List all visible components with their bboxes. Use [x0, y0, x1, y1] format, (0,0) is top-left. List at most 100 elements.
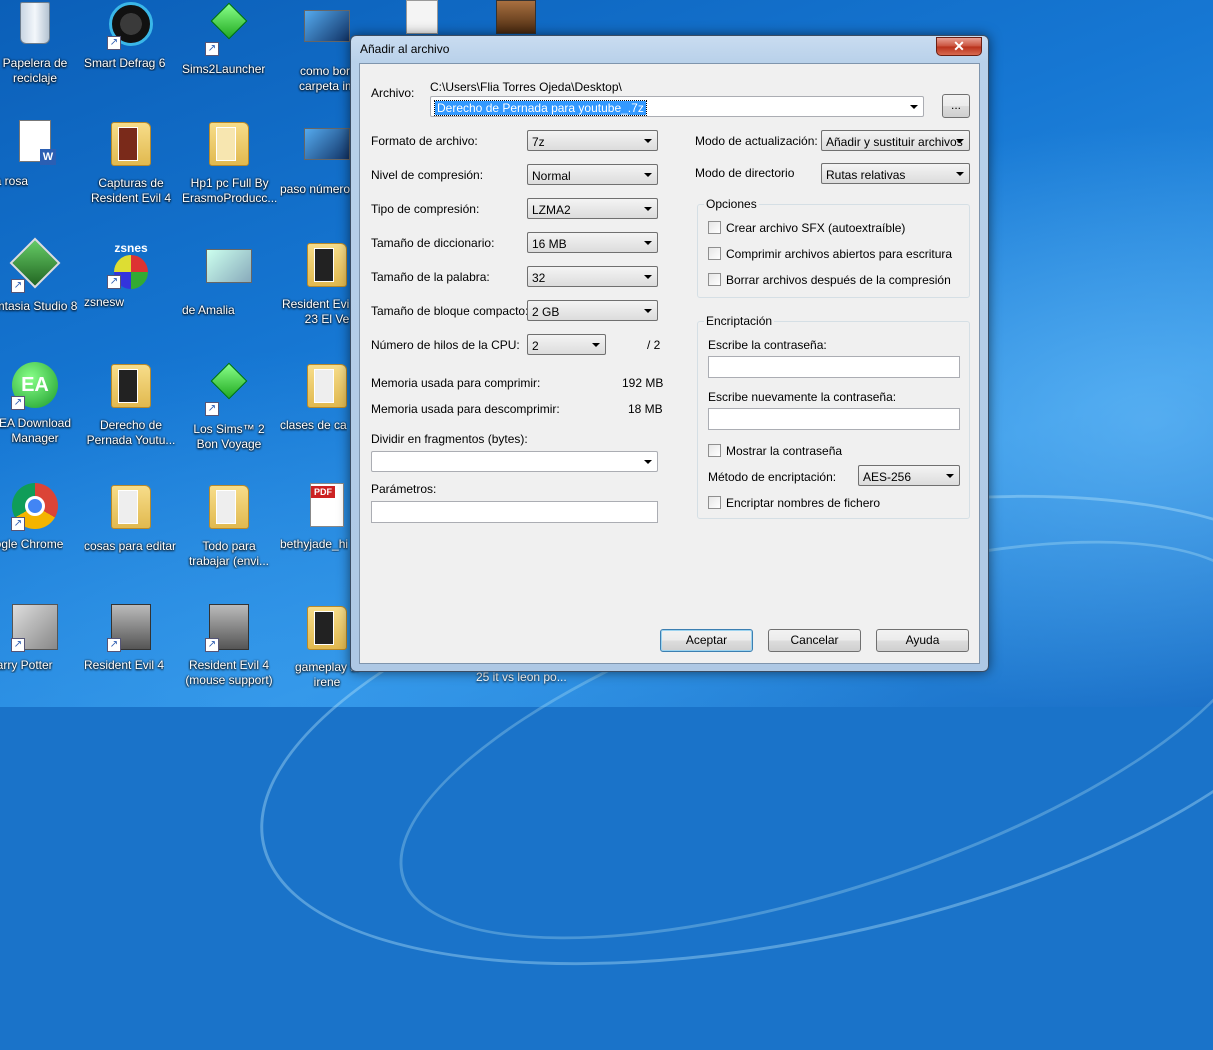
harry-potter-icon: ↗ [11, 604, 59, 652]
icon-label: cosas para editar [84, 539, 177, 553]
cancel-button[interactable]: Cancelar [768, 629, 861, 652]
ok-button[interactable]: Aceptar [660, 629, 753, 652]
chevron-down-icon [644, 309, 652, 313]
archive-path: C:\Users\Flia Torres Ojeda\Desktop\ [430, 80, 622, 94]
chevron-down-icon [644, 207, 652, 211]
dictionary-size-combo[interactable]: 16 MB [527, 232, 658, 253]
desktop-icon-ea-download-manager[interactable]: EA ↗ EA Download Manager [0, 362, 82, 445]
desktop-icon-google-chrome[interactable]: ↗ oogle Chrome [0, 483, 82, 551]
icon-label: Todo para trabajar (envi... [188, 539, 270, 568]
icon-label: amtasia Studio 8 [0, 299, 78, 313]
compression-level-value: Normal [532, 169, 571, 183]
desktop-icon-sims2launcher[interactable]: ↗ Sims2Launcher [182, 2, 276, 76]
icon-label: EA Download Manager [0, 416, 72, 445]
ea-icon: EA ↗ [11, 362, 59, 410]
sims-diamond-icon: ↗ [205, 362, 253, 416]
solid-block-label: Tamaño de bloque compacto: [371, 304, 529, 318]
icon-label: zsnesw [84, 295, 125, 309]
chevron-down-icon [956, 172, 964, 176]
cpu-threads-value: 2 [532, 339, 539, 353]
sfx-checkbox[interactable] [708, 221, 721, 234]
solid-block-combo[interactable]: 2 GB [527, 300, 658, 321]
image-file-icon [205, 249, 253, 297]
icon-label: Smart Defrag 6 [84, 56, 166, 70]
desktop-icon-resident-evil-4[interactable]: ↗ Resident Evil 4 [84, 604, 178, 672]
path-mode-label: Modo de directorio [695, 166, 795, 180]
close-button[interactable]: ✕ [936, 37, 982, 56]
cpu-threads-total: / 2 [647, 338, 661, 352]
memory-compress-label: Memoria usada para comprimir: [371, 376, 541, 390]
archive-name-combo[interactable]: Derecho de Pernada para youtube_.7z [430, 96, 924, 117]
encryption-method-value: AES-256 [863, 470, 912, 484]
password-confirm-label: Escribe nuevamente la contraseña: [708, 390, 897, 404]
format-combo[interactable]: 7z [527, 130, 658, 151]
split-volumes-combo[interactable] [371, 451, 658, 472]
desktop-icon-de-amalia[interactable]: de Amalia [182, 241, 276, 317]
word-size-label: Tamaño de la palabra: [371, 270, 490, 284]
path-mode-combo[interactable]: Rutas relativas [821, 163, 970, 184]
archive-label: Archivo: [371, 86, 415, 100]
chevron-down-icon [956, 139, 964, 143]
desktop-icon-harry-potter[interactable]: ↗ Harry Potter [0, 604, 82, 672]
sfx-label: Crear archivo SFX (autoextraíble) [726, 221, 906, 235]
update-mode-value: Añadir y sustituir archivos [826, 135, 963, 149]
screenshot-file-icon [303, 128, 351, 176]
dialog-client-area: Archivo: C:\Users\Flia Torres Ojeda\Desk… [359, 63, 980, 664]
delete-after-label: Borrar archivos después de la compresión [726, 273, 951, 287]
memory-decompress-label: Memoria usada para descomprimir: [371, 402, 560, 416]
folder-icon [107, 122, 155, 170]
desktop-icon-smart-defrag[interactable]: ↗ Smart Defrag 6 [84, 2, 178, 70]
delete-after-checkbox[interactable] [708, 273, 721, 286]
word-size-value: 32 [532, 271, 546, 285]
chevron-down-icon [644, 460, 652, 464]
chevron-down-icon [644, 173, 652, 177]
icon-label: Papelera de reciclaje [2, 56, 68, 85]
desktop-icon-capturas-re4[interactable]: Capturas de Resident Evil 4 [84, 120, 178, 205]
icon-label: Derecho de Pernada Youtu... [86, 418, 176, 447]
desktop-icon-camtasia[interactable]: ↗ amtasia Studio 8 [0, 237, 82, 313]
desktop-icon-hp1[interactable]: Hp1 pc Full By ErasmoProducc... [182, 120, 277, 205]
desktop-icon-sims2-bon-voyage[interactable]: ↗ Los Sims™ 2 Bon Voyage [182, 362, 276, 451]
browse-button[interactable]: ... [942, 94, 970, 118]
game-shortcut-icon[interactable] [496, 0, 536, 34]
desktop-icon-re4-mouse[interactable]: ↗ Resident Evil 4 (mouse support) [182, 604, 276, 687]
dictionary-size-value: 16 MB [532, 237, 567, 251]
compression-level-label: Nivel de compresión: [371, 168, 484, 182]
icon-label: 25 it vs leon po... [476, 670, 567, 684]
desktop-icon-derecho-pernada[interactable]: Derecho de Pernada Youtu... [84, 362, 178, 447]
icon-label: Los Sims™ 2 Bon Voyage [193, 422, 265, 451]
solid-block-value: 2 GB [532, 305, 560, 319]
chevron-down-icon [946, 474, 954, 478]
desktop-icon-recycle-bin[interactable]: Papelera de reciclaje [0, 2, 82, 85]
cpu-threads-combo[interactable]: 2 [527, 334, 606, 355]
parameters-label: Parámetros: [371, 482, 437, 496]
show-password-checkbox[interactable] [708, 444, 721, 457]
parameters-input[interactable] [371, 501, 658, 523]
shared-files-checkbox[interactable] [708, 247, 721, 260]
password-confirm-input[interactable] [708, 408, 960, 430]
shared-files-label: Comprimir archivos abiertos para escritu… [726, 247, 953, 261]
encrypt-names-checkbox[interactable] [708, 496, 721, 509]
format-label: Formato de archivo: [371, 134, 478, 148]
encryption-method-combo[interactable]: AES-256 [858, 465, 960, 486]
icon-label: Capturas de Resident Evil 4 [90, 176, 172, 205]
chevron-down-icon [910, 105, 918, 109]
desktop-icon-todo-para-trabajar[interactable]: Todo para trabajar (envi... [182, 483, 276, 568]
compression-method-combo[interactable]: LZMA2 [527, 198, 658, 219]
help-button[interactable]: Ayuda [876, 629, 969, 652]
password-label: Escribe la contraseña: [708, 338, 827, 352]
dictionary-size-label: Tamaño de diccionario: [371, 236, 495, 250]
update-mode-combo[interactable]: Añadir y sustituir archivos [821, 130, 970, 151]
desktop-icon-la-rosa[interactable]: W La rosa [0, 120, 82, 188]
icon-label: oogle Chrome [0, 537, 64, 551]
desktop-icon-zsnesw[interactable]: zsnes ↗ zsnesw [84, 241, 178, 309]
title-bar[interactable]: Añadir al archivo ✕ [351, 36, 988, 62]
word-size-combo[interactable]: 32 [527, 266, 658, 287]
encryption-method-label: Método de encriptación: [708, 470, 837, 484]
path-mode-value: Rutas relativas [826, 168, 906, 182]
archive-name-value: Derecho de Pernada para youtube_.7z [434, 100, 647, 116]
password-input[interactable] [708, 356, 960, 378]
desktop-icon-cosas-para-editar[interactable]: cosas para editar [84, 483, 178, 553]
compression-level-combo[interactable]: Normal [527, 164, 658, 185]
text-file-icon[interactable] [406, 0, 438, 34]
